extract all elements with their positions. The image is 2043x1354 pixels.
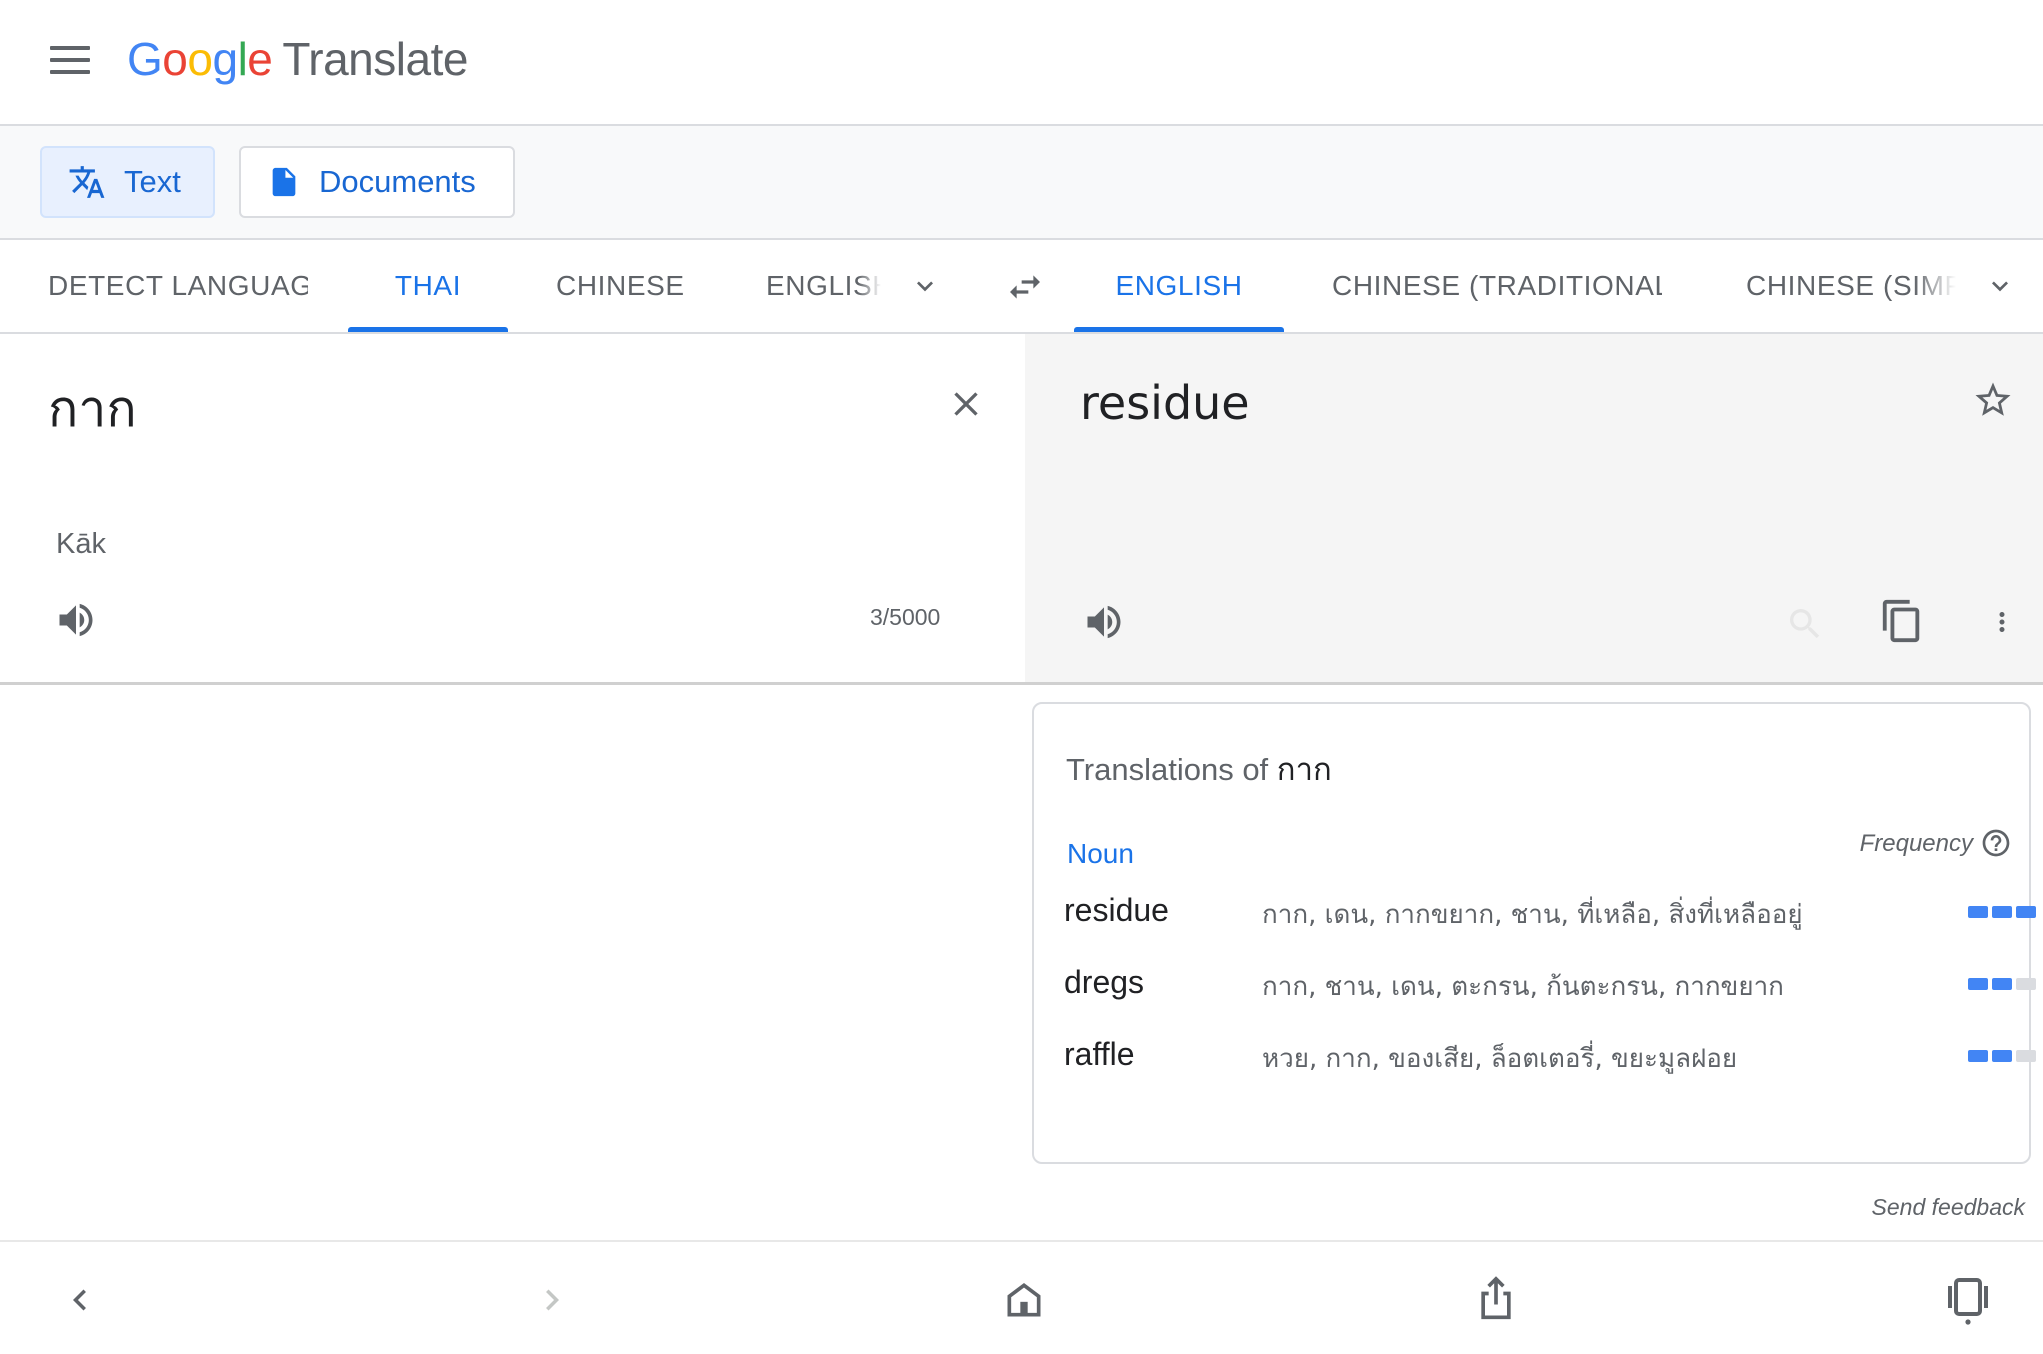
tab-source-thai[interactable]: THAI: [348, 240, 508, 332]
frequency-bars: [1968, 906, 2036, 918]
google-translate-logo[interactable]: Google Translate: [127, 32, 468, 86]
tab-source-english[interactable]: ENGLISH: [766, 240, 881, 332]
frequency-bar: [1992, 1050, 2012, 1062]
tab-label: DETECT LANGUAGE: [48, 270, 308, 301]
more-options-icon[interactable]: [1987, 598, 2017, 646]
frequency-bar: [1992, 906, 2012, 918]
swap-languages-icon[interactable]: [1002, 264, 1048, 310]
logo-letter: o: [187, 33, 213, 85]
mode-bar: Text Documents: [0, 126, 2043, 240]
documents-mode-button[interactable]: Documents: [239, 146, 515, 218]
text-mode-label: Text: [124, 164, 181, 199]
target-panel: residue: [1025, 334, 2043, 684]
tab-label: THAI: [394, 270, 462, 301]
frequency-bar: [1968, 978, 1988, 990]
panel-divider: [0, 682, 2043, 685]
translation-entry[interactable]: residue กาก, เดน, กากขยาก, ชาน, ที่เหลือ…: [1064, 884, 2036, 944]
tab-detect-language[interactable]: DETECT LANGUAGE: [48, 240, 308, 332]
document-icon: [272, 167, 296, 197]
help-icon[interactable]: [1979, 826, 2013, 860]
tab-label: CHINESE (SIMPLIFIED): [1746, 270, 1956, 301]
logo-letter: g: [212, 33, 238, 85]
tab-source-chinese[interactable]: CHINESE: [556, 240, 686, 332]
entry-synonyms: หวย, กาก, ของเสีย, ล็อตเตอรี่, ขยะมูลฝอย: [1262, 1044, 1738, 1074]
tab-label: CHINESE (TRADITIONAL): [1332, 270, 1662, 301]
hamburger-menu-icon[interactable]: [50, 46, 92, 76]
share-icon[interactable]: [1470, 1272, 1522, 1326]
entry-synonyms: กาก, เดน, กากขยาก, ชาน, ที่เหลือ, สิ่งที…: [1262, 900, 1803, 930]
frequency-bars: [1968, 978, 2036, 990]
character-counter: 3/5000: [870, 604, 941, 630]
back-icon[interactable]: [56, 1276, 104, 1324]
logo-letter: l: [237, 33, 248, 85]
part-of-speech-label: Noun: [1067, 838, 1134, 869]
entry-word: raffle: [1064, 1036, 1135, 1072]
source-speaker-icon[interactable]: [52, 596, 100, 644]
frequency-bar: [2016, 906, 2036, 918]
source-panel[interactable]: กาก Kāk 3/5000: [0, 334, 1025, 684]
translation-entry[interactable]: dregs กาก, ชาน, เดน, ตะกรน, ก้นตะกรน, กา…: [1064, 956, 2036, 1016]
tab-target-chinese-simplified[interactable]: CHINESE (SIMPLIFIED): [1746, 240, 1956, 332]
translations-title-prefix: Translations of: [1066, 752, 1269, 787]
home-icon[interactable]: [998, 1274, 1050, 1326]
documents-mode-label: Documents: [319, 164, 476, 199]
language-bar: DETECT LANGUAGE THAI CHINESE ENGLISH ENG…: [0, 240, 2043, 334]
entry-synonyms: กาก, ชาน, เดน, ตะกรน, ก้นตะกรน, กากขยาก: [1262, 972, 1784, 1002]
entry-word: residue: [1064, 892, 1169, 928]
frequency-bar: [1992, 978, 2012, 990]
frequency-bars: [1968, 1050, 2036, 1062]
translation-output: residue: [1080, 376, 1250, 430]
browser-toolbar: [0, 1240, 2043, 1354]
product-name: Translate: [282, 33, 468, 85]
active-tab-indicator: [1074, 327, 1284, 332]
translate-icon: [69, 166, 105, 198]
tabs-icon[interactable]: [1940, 1272, 1996, 1328]
logo-letter: o: [162, 33, 188, 85]
send-feedback-link[interactable]: Send feedback: [1872, 1194, 2025, 1221]
tab-label: CHINESE: [556, 270, 685, 301]
active-tab-indicator: [348, 327, 508, 332]
target-speaker-icon[interactable]: [1080, 598, 1128, 646]
translations-card: Translations of กาก Noun Frequency resid…: [1032, 702, 2036, 1164]
translations-term: กาก: [1276, 752, 1332, 788]
text-mode-button[interactable]: Text: [40, 146, 215, 218]
star-icon[interactable]: [1971, 378, 2015, 422]
frequency-bar: [1968, 1050, 1988, 1062]
translation-entry[interactable]: raffle หวย, กาก, ของเสีย, ล็อตเตอรี่, ขย…: [1064, 1028, 2036, 1088]
frequency-bar: [2016, 978, 2036, 990]
forward-icon[interactable]: [528, 1276, 576, 1324]
transliteration: Kāk: [56, 528, 106, 560]
app-header: Google Translate: [0, 0, 2043, 126]
source-language-dropdown-icon[interactable]: [905, 266, 945, 306]
frequency-bar: [1968, 906, 1988, 918]
entry-word: dregs: [1064, 964, 1145, 1000]
tab-label: ENGLISH: [766, 270, 881, 301]
tab-target-english[interactable]: ENGLISH: [1074, 240, 1284, 332]
frequency-label: Frequency: [1859, 830, 1973, 857]
clear-text-icon[interactable]: [944, 382, 988, 426]
logo-letter: G: [127, 33, 163, 85]
frequency-bar: [2016, 1050, 2036, 1062]
tab-label: ENGLISH: [1115, 270, 1243, 301]
translations-title: Translations of กาก: [1066, 744, 1332, 794]
search-icon[interactable]: [1783, 602, 1827, 646]
tab-target-chinese-traditional[interactable]: CHINESE (TRADITIONAL): [1332, 240, 1662, 332]
copy-icon[interactable]: [1877, 596, 1927, 646]
logo-letter: e: [247, 33, 273, 85]
target-language-dropdown-icon[interactable]: [1980, 266, 2020, 306]
source-text-input[interactable]: กาก: [48, 370, 137, 449]
